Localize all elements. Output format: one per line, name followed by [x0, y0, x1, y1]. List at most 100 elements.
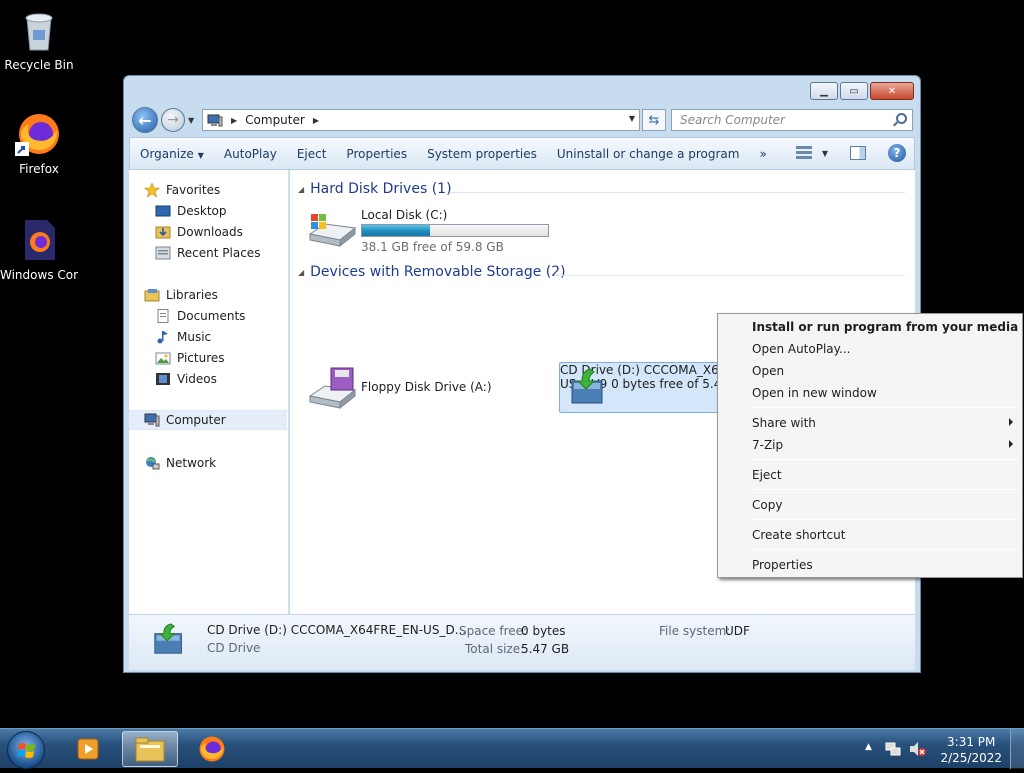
drive-item-local-disk[interactable]: Local Disk (C:) 38.1 GB free of 59.8 GB	[307, 208, 567, 254]
breadcrumb-separator-icon[interactable]: ▶	[231, 116, 237, 125]
nav-item-desktop[interactable]: Desktop	[129, 201, 287, 221]
view-options-dropdown-icon[interactable]: ▼	[822, 149, 828, 158]
system-properties-button[interactable]: System properties	[417, 147, 547, 161]
close-button[interactable]: ✕	[870, 82, 914, 100]
breadcrumb-computer[interactable]: Computer	[245, 113, 305, 127]
desktop-icon-windows-compatibility[interactable]: Windows Compatibili...	[0, 216, 78, 282]
nav-item-documents[interactable]: Documents	[129, 306, 287, 326]
chevron-down-icon: ▼	[197, 150, 204, 160]
desktop-icon-label: Recycle Bin	[4, 58, 74, 72]
system-tray: ▲ 3:31 PM 2/25/2022	[859, 729, 1024, 769]
volume-muted-icon[interactable]	[909, 741, 927, 757]
space-free-label: Space free:	[459, 624, 528, 638]
desktop-icon	[155, 204, 171, 218]
menu-item-eject[interactable]: Eject	[721, 464, 1019, 486]
menu-item-create-shortcut[interactable]: Create shortcut	[721, 524, 1019, 546]
drive-item-floppy[interactable]: Floppy Disk Drive (A:)	[307, 366, 547, 410]
desktop-icon-recycle-bin[interactable]: Recycle Bin	[0, 6, 78, 72]
nav-item-music[interactable]: Music	[129, 327, 287, 347]
menu-item-open[interactable]: Open	[721, 360, 1019, 382]
nav-item-favorites[interactable]: Favorites	[129, 180, 287, 200]
submenu-arrow-icon	[1009, 418, 1013, 426]
menu-item-open-new-window[interactable]: Open in new window	[721, 382, 1019, 404]
menu-separator	[749, 489, 1019, 490]
nav-label: Documents	[177, 309, 246, 323]
details-title: CD Drive (D:) CCCOMA_X64FRE_EN-US_D...	[207, 623, 467, 637]
computer-icon	[144, 413, 160, 427]
computer-icon	[207, 114, 223, 127]
nav-item-computer[interactable]: Computer	[129, 410, 287, 430]
menu-item-open-autoplay[interactable]: Open AutoPlay...	[721, 338, 1019, 360]
menu-item-7zip[interactable]: 7-Zip	[721, 434, 1019, 456]
minimize-button[interactable]: ▁	[810, 82, 838, 100]
space-free-value: 0 bytes	[521, 624, 566, 638]
group-header-removable-storage[interactable]: ◢ Devices with Removable Storage (2)	[298, 264, 566, 280]
nav-label: Videos	[177, 372, 217, 386]
maximize-icon: ▭	[849, 85, 859, 97]
collapse-triangle-icon[interactable]: ◢	[298, 268, 304, 277]
breadcrumb-separator-icon[interactable]: ▶	[313, 116, 319, 125]
nav-label: Libraries	[166, 288, 218, 302]
nav-item-videos[interactable]: Videos	[129, 369, 287, 389]
clock[interactable]: 3:31 PM 2/25/2022	[940, 734, 1002, 766]
menu-item-properties[interactable]: Properties	[721, 554, 1019, 576]
nav-item-network[interactable]: Network	[129, 453, 287, 473]
recycle-bin-icon	[15, 6, 63, 54]
firefox-icon	[199, 736, 225, 762]
show-hidden-icons-icon[interactable]: ▲	[865, 742, 872, 752]
taskbar-explorer[interactable]	[122, 731, 178, 767]
refresh-icon: ⇆	[648, 112, 660, 128]
media-player-icon	[77, 738, 99, 760]
address-dropdown-icon[interactable]: ▼	[629, 114, 635, 123]
show-desktop-button[interactable]	[1010, 729, 1024, 769]
maximize-button[interactable]: ▭	[840, 82, 868, 100]
recent-pages-dropdown[interactable]: ▼	[188, 116, 194, 125]
search-input[interactable]: Search Computer	[671, 109, 913, 131]
collapse-triangle-icon[interactable]: ◢	[298, 185, 304, 194]
network-tray-icon[interactable]	[885, 741, 901, 757]
address-bar[interactable]: ▶ Computer ▶ ▼	[202, 109, 640, 131]
refresh-button[interactable]: ⇆	[642, 109, 666, 131]
group-header-hard-disk-drives[interactable]: ◢ Hard Disk Drives (1)	[298, 181, 452, 197]
taskbar-media-player[interactable]	[60, 731, 116, 767]
downloads-folder-icon	[155, 225, 171, 239]
hard-disk-drive-icon	[307, 212, 357, 251]
nav-item-recent-places[interactable]: Recent Places	[129, 243, 287, 263]
more-commands-button[interactable]: »	[749, 147, 776, 161]
uninstall-program-button[interactable]: Uninstall or change a program	[547, 147, 750, 161]
back-arrow-icon: ←	[138, 110, 152, 130]
nav-label: Network	[166, 456, 217, 470]
autoplay-button[interactable]: AutoPlay	[214, 147, 287, 161]
total-size-value: 5.47 GB	[521, 642, 570, 656]
help-icon[interactable]: ?	[888, 144, 906, 162]
taskbar-firefox[interactable]	[184, 731, 240, 767]
forward-button[interactable]: →	[161, 108, 185, 132]
nav-item-libraries[interactable]: Libraries	[129, 285, 287, 305]
menu-separator	[749, 519, 1019, 520]
forward-arrow-icon: →	[167, 112, 179, 128]
organize-button[interactable]: Organize ▼	[130, 147, 214, 161]
details-type: CD Drive	[207, 641, 261, 655]
menu-item-share-with[interactable]: Share with	[721, 412, 1019, 434]
libraries-icon	[144, 288, 160, 302]
star-icon	[143, 182, 161, 198]
change-view-icon[interactable]	[795, 146, 812, 160]
menu-item-install-run[interactable]: Install or run program from your media	[721, 316, 1019, 338]
nav-item-downloads[interactable]: Downloads	[129, 222, 287, 242]
menu-item-copy[interactable]: Copy	[721, 494, 1019, 516]
folder-icon	[135, 737, 165, 762]
close-icon: ✕	[887, 85, 897, 97]
shortcut-arrow-icon	[15, 142, 29, 156]
preview-pane-icon[interactable]	[850, 146, 866, 160]
back-button[interactable]: ←	[132, 107, 158, 133]
properties-button[interactable]: Properties	[336, 147, 417, 161]
eject-button[interactable]: Eject	[287, 147, 337, 161]
search-icon[interactable]	[896, 113, 907, 124]
nav-item-pictures[interactable]: Pictures	[129, 348, 287, 368]
windows-logo-icon	[17, 743, 35, 758]
pictures-icon	[155, 351, 171, 365]
nav-label: Music	[177, 330, 212, 344]
desktop-icon-firefox[interactable]: Firefox	[0, 110, 78, 176]
drive-free-space: 38.1 GB free of 59.8 GB	[361, 240, 504, 254]
start-button[interactable]	[7, 731, 45, 769]
